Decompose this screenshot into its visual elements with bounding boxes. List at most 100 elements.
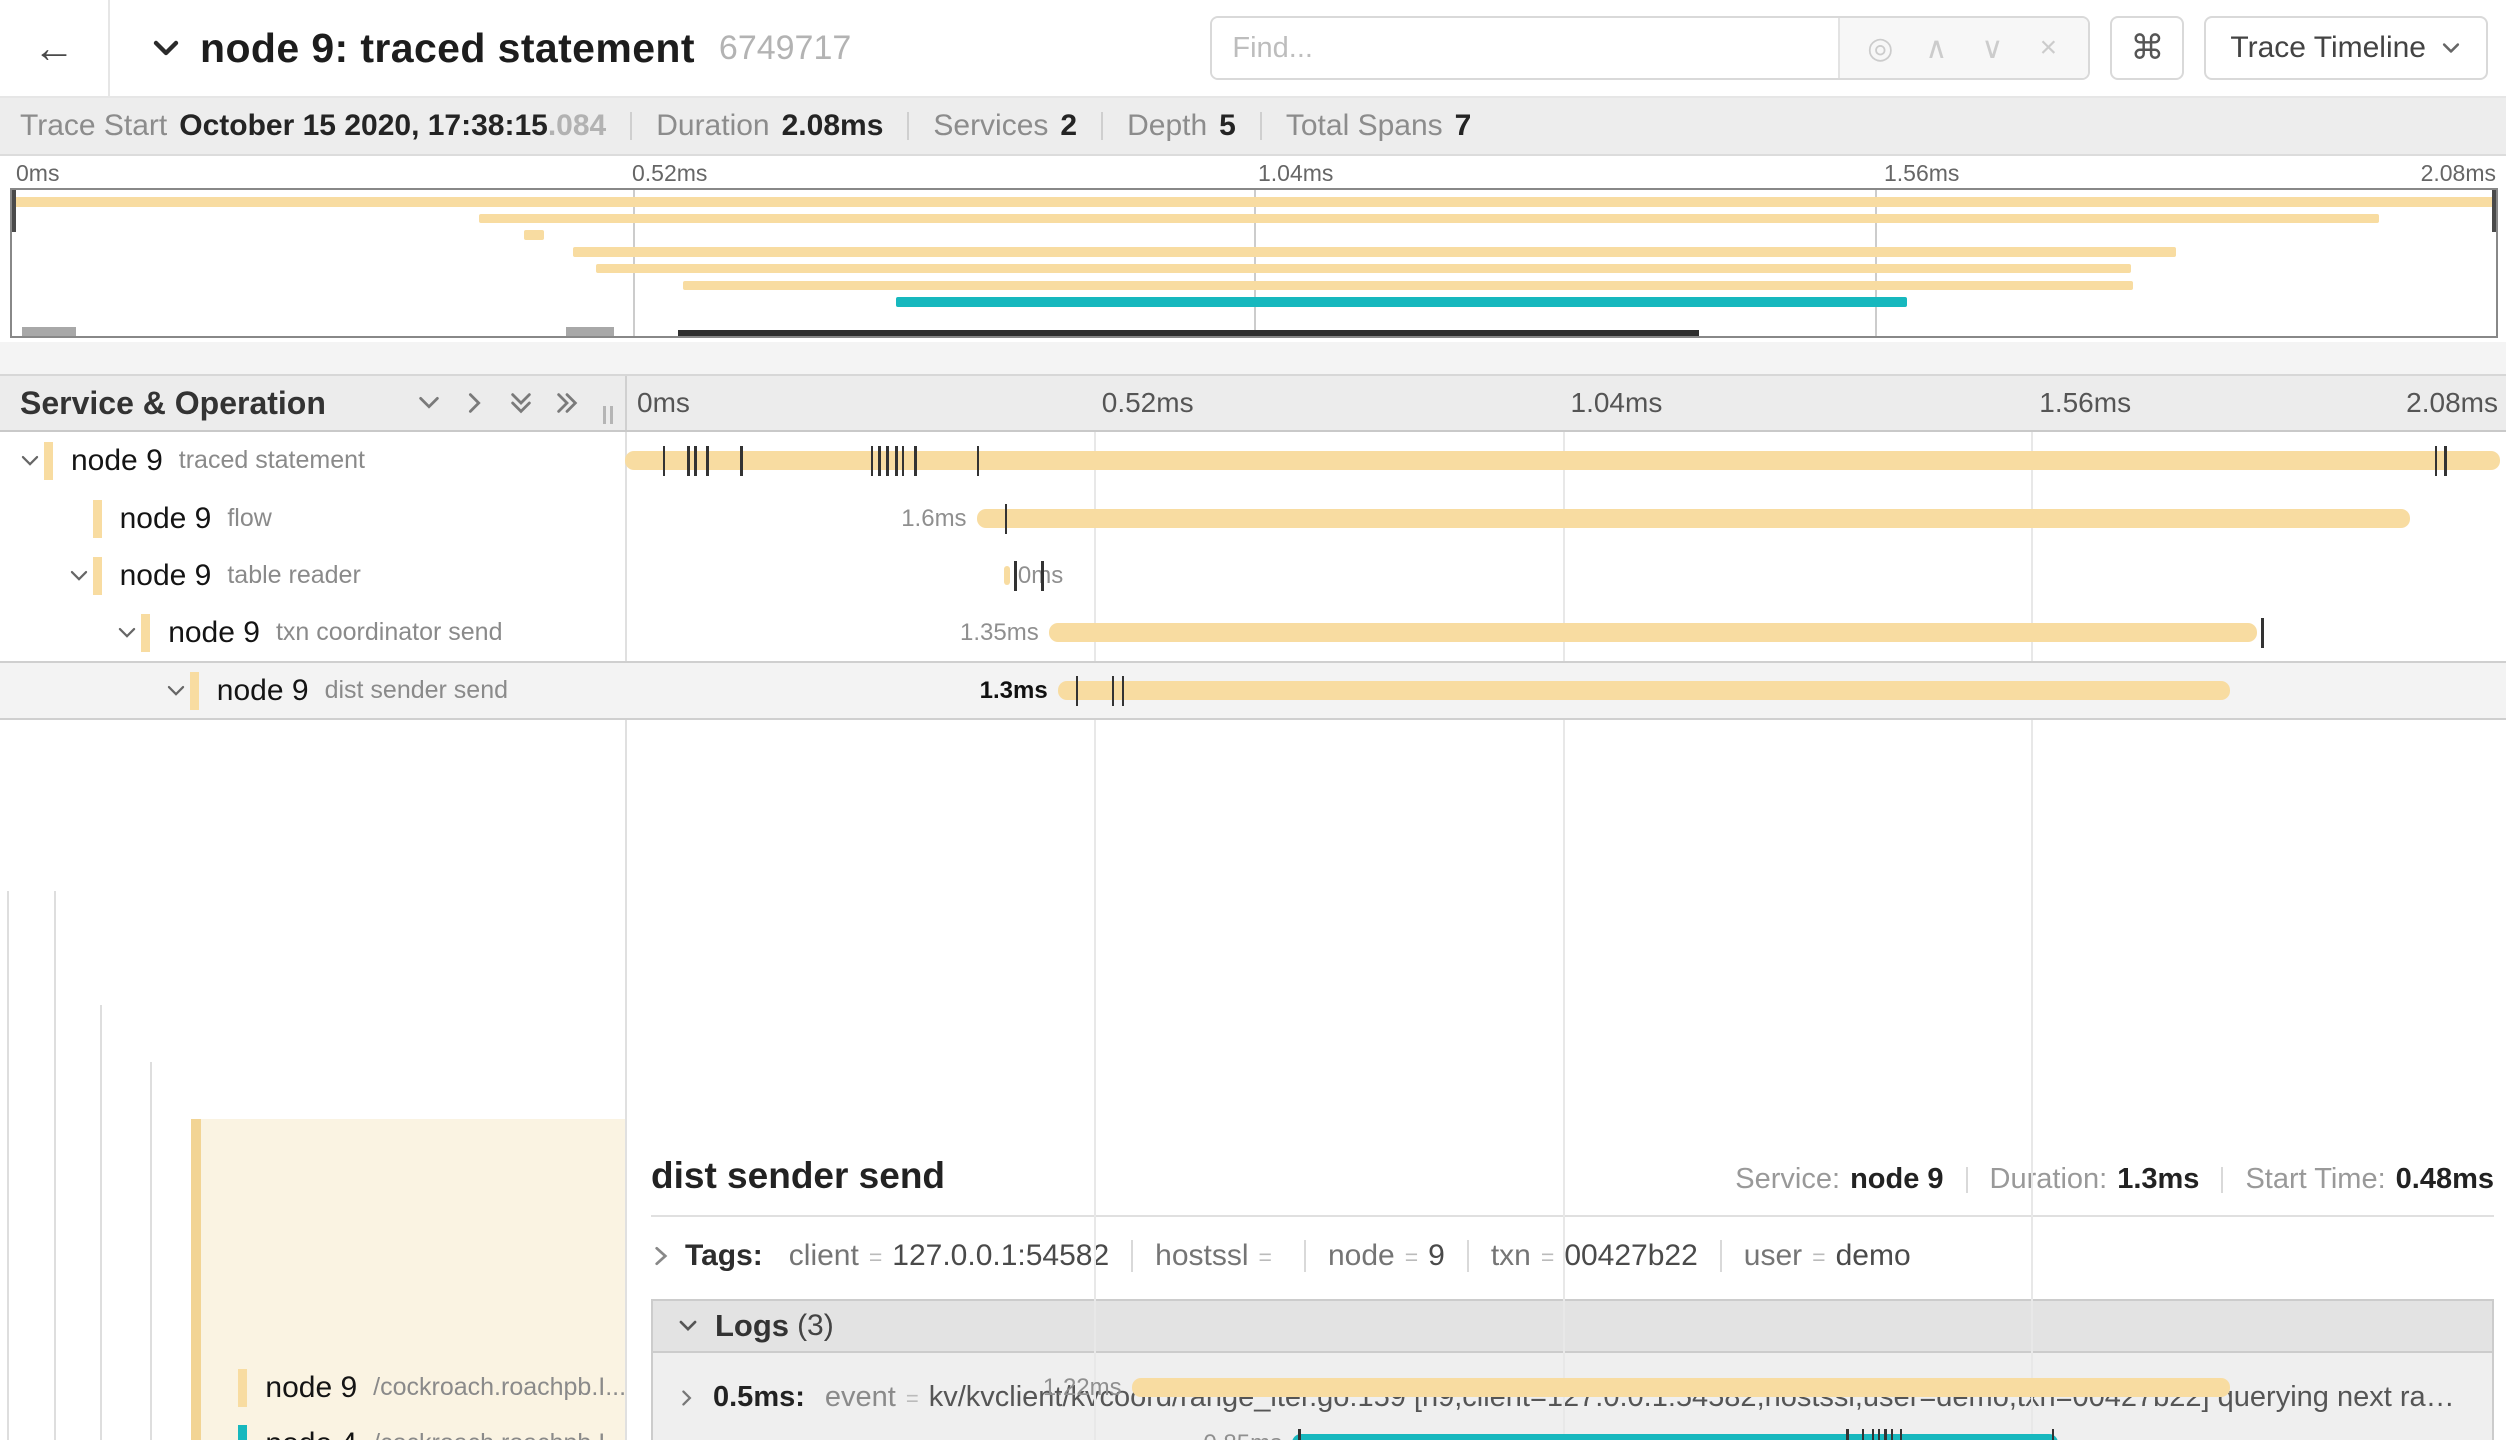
span-row-tree-cell[interactable]: node 4/cockroach.roachpb.I... bbox=[0, 1415, 625, 1440]
minimap-canvas[interactable] bbox=[10, 188, 2498, 338]
log-marker-tick bbox=[1872, 1429, 1874, 1440]
expand-all-icon[interactable] bbox=[554, 390, 580, 416]
minimap-span-bar bbox=[683, 281, 2134, 291]
view-selector-label: Trace Timeline bbox=[2230, 31, 2426, 65]
span-row-tree-cell[interactable]: node 9flow bbox=[0, 490, 625, 547]
span-bar[interactable] bbox=[1058, 681, 2230, 700]
summary-value: 2.08ms bbox=[782, 109, 884, 143]
back-arrow-icon: ← bbox=[33, 24, 75, 72]
minimap-tick-label: 0.52ms bbox=[632, 160, 707, 187]
find-input[interactable] bbox=[1212, 18, 1838, 78]
minimap-tick-label: 1.04ms bbox=[1258, 160, 1333, 187]
meta-label: Service: bbox=[1735, 1163, 1840, 1196]
summary-item: Duration2.08ms bbox=[656, 109, 883, 143]
collapse-all-icon[interactable] bbox=[508, 390, 534, 416]
span-duration-label: 1.6ms bbox=[901, 505, 966, 533]
minimap-handle[interactable] bbox=[22, 327, 76, 336]
span-row[interactable]: node 9flow 1.6ms bbox=[0, 490, 2506, 547]
summary-separator bbox=[1260, 112, 1262, 140]
collapse-one-icon[interactable] bbox=[416, 390, 442, 416]
log-marker-tick bbox=[1112, 676, 1114, 706]
span-bar[interactable] bbox=[1049, 623, 2257, 642]
span-row-tree-cell[interactable]: node 9/cockroach.roachpb.I... bbox=[0, 1359, 625, 1416]
span-collapse-chevron-icon[interactable] bbox=[162, 680, 190, 702]
tag-key: hostssl bbox=[1155, 1239, 1248, 1273]
service-name: node 9 bbox=[217, 674, 309, 708]
logs-header[interactable]: Logs (3) bbox=[653, 1301, 2492, 1353]
span-row[interactable]: node 4/cockroach.roachpb.I...0.85ms bbox=[0, 1415, 2506, 1440]
service-color-chip bbox=[190, 672, 199, 710]
minimap-span-bar bbox=[573, 247, 2175, 257]
indent-guide bbox=[54, 891, 56, 1440]
span-duration-label: 1.35ms bbox=[960, 619, 1039, 647]
clear-find-icon[interactable]: × bbox=[2020, 31, 2076, 65]
expand-one-icon[interactable] bbox=[462, 390, 488, 416]
tree-column-header: Service & Operation bbox=[0, 376, 625, 430]
span-bar[interactable] bbox=[977, 509, 2410, 528]
tags-row[interactable]: Tags: client=127.0.0.1:54582hostssl=node… bbox=[651, 1239, 2494, 1273]
tag-separator bbox=[1720, 1240, 1722, 1272]
minimap-span-bar bbox=[524, 230, 544, 240]
span-row-tree-cell[interactable]: node 9txn coordinator send bbox=[0, 604, 625, 661]
span-bar[interactable] bbox=[1292, 1434, 2058, 1440]
service-name: node 9 bbox=[265, 1371, 357, 1405]
span-row-tree-cell[interactable]: node 9traced statement bbox=[0, 432, 625, 489]
span-bar[interactable] bbox=[625, 451, 2500, 470]
operation-name: traced statement bbox=[179, 446, 365, 475]
minimap-tick-labels: 0ms0.52ms1.04ms1.56ms2.08ms bbox=[0, 156, 2506, 188]
minimap-handle[interactable] bbox=[566, 327, 614, 336]
detail-divider bbox=[651, 1215, 2494, 1217]
operation-name: /cockroach.roachpb.I... bbox=[373, 1429, 625, 1440]
tag-separator bbox=[1131, 1240, 1133, 1272]
log-marker-tick bbox=[1891, 1429, 1893, 1440]
span-collapse-chevron-icon[interactable] bbox=[113, 622, 141, 644]
span-row[interactable]: node 9/cockroach.roachpb.I...1.22ms bbox=[0, 1359, 2506, 1416]
log-marker-tick bbox=[977, 446, 979, 476]
service-operation-header: Service & Operation bbox=[20, 385, 326, 422]
column-resizer-grip[interactable] bbox=[603, 406, 613, 424]
log-marker-tick bbox=[1846, 1429, 1848, 1440]
keyboard-shortcuts-button[interactable]: ⌘ bbox=[2110, 16, 2184, 80]
summary-item: Trace StartOctober 15 2020, 17:38:15.084 bbox=[20, 109, 606, 143]
log-marker-tick bbox=[902, 446, 904, 476]
span-collapse-chevron-icon[interactable] bbox=[16, 450, 44, 472]
meta-value: 0.48ms bbox=[2396, 1163, 2494, 1196]
timeline-column-header: Service & Operation 0ms0.52ms1.04ms1.56m… bbox=[0, 374, 2506, 432]
span-bar[interactable] bbox=[1132, 1378, 2230, 1397]
span-collapse-chevron-icon[interactable] bbox=[65, 565, 93, 587]
minimap-scrollbar[interactable] bbox=[678, 330, 1699, 336]
meta-value: node 9 bbox=[1850, 1163, 1943, 1196]
summary-item: Depth5 bbox=[1127, 109, 1236, 143]
span-row[interactable]: node 9txn coordinator send 1.35ms bbox=[0, 604, 2506, 661]
log-marker-tick bbox=[1122, 676, 1124, 706]
span-row[interactable]: node 9traced statement bbox=[0, 432, 2506, 489]
span-row[interactable]: node 9table reader0ms bbox=[0, 547, 2506, 604]
timeline-minimap: 0ms0.52ms1.04ms1.56ms2.08ms bbox=[0, 156, 2506, 342]
meta-label: Duration: bbox=[1990, 1163, 2108, 1196]
chevron-down-icon bbox=[2440, 37, 2462, 59]
minimap-left-scrubber[interactable] bbox=[12, 190, 16, 232]
span-row[interactable]: node 9dist sender send1.3ms bbox=[0, 661, 2506, 720]
timeline-tick-label: 1.04ms bbox=[1571, 387, 1663, 419]
summary-separator bbox=[907, 112, 909, 140]
log-marker-tick bbox=[706, 446, 708, 476]
log-marker-tick bbox=[2444, 446, 2446, 476]
span-row-tree-cell[interactable]: node 9dist sender send bbox=[0, 663, 625, 718]
trace-view-selector[interactable]: Trace Timeline bbox=[2204, 16, 2488, 80]
timeline-tick-label: 0ms bbox=[637, 387, 690, 419]
back-button[interactable]: ← bbox=[0, 0, 110, 96]
span-row-tree-cell[interactable]: node 9table reader bbox=[0, 547, 625, 604]
minimap-right-scrubber[interactable] bbox=[2492, 190, 2496, 232]
next-match-icon[interactable]: ∨ bbox=[1964, 31, 2020, 66]
span-bar[interactable] bbox=[1004, 566, 1010, 585]
top-bar: ← node 9: traced statement 6749717 ◎ ∧ ∨… bbox=[0, 0, 2506, 98]
operation-name: table reader bbox=[227, 561, 360, 590]
collapse-trace-chevron-icon[interactable] bbox=[150, 32, 182, 64]
log-marker-tick bbox=[740, 446, 742, 476]
prev-match-icon[interactable]: ∧ bbox=[1908, 31, 1964, 66]
tag-item: client=127.0.0.1:54582 bbox=[789, 1239, 1109, 1273]
service-color-chip bbox=[93, 557, 102, 595]
focus-match-icon[interactable]: ◎ bbox=[1852, 31, 1908, 66]
chevron-right-icon bbox=[651, 1244, 671, 1268]
log-marker-tick bbox=[1298, 1429, 1300, 1440]
